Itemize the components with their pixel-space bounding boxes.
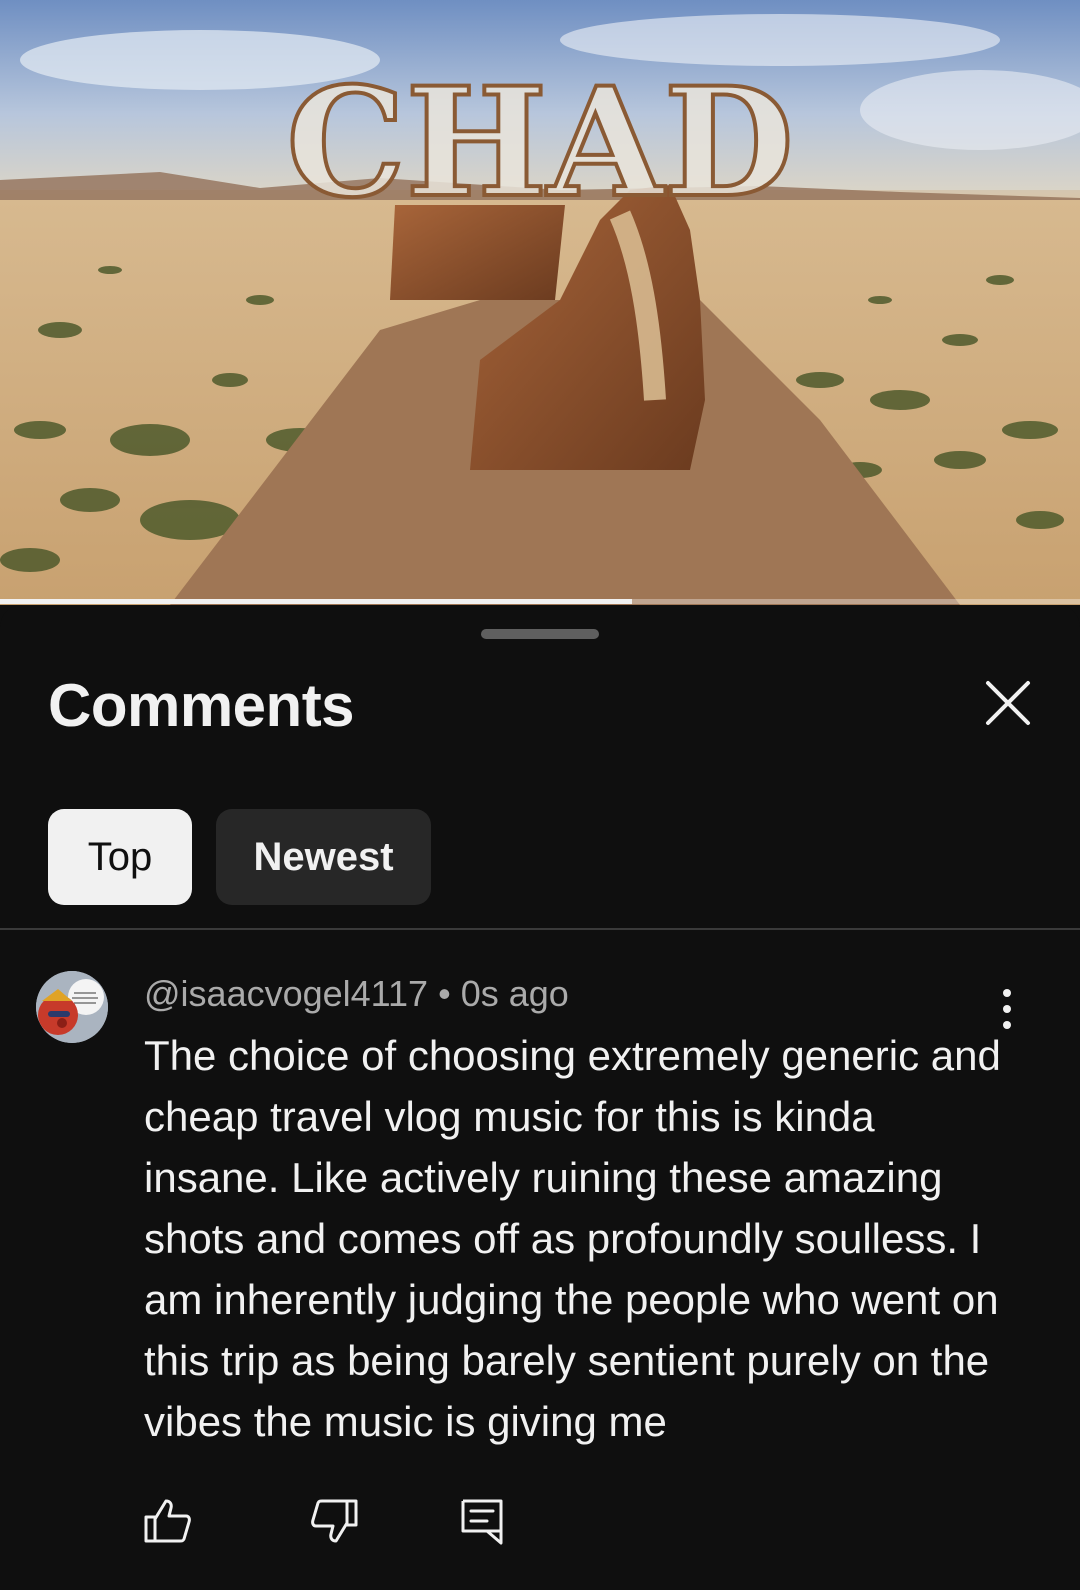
video-progress-bar[interactable] (0, 599, 1080, 604)
video-player[interactable]: CHAD (0, 0, 1080, 605)
drag-handle[interactable] (481, 629, 599, 639)
sort-chip-top[interactable]: Top (48, 809, 192, 905)
comments-title: Comments (48, 672, 355, 739)
avatar[interactable] (36, 971, 108, 1043)
thumbs-down-icon[interactable] (308, 1495, 360, 1547)
video-progress-fill (0, 599, 632, 604)
reply-comment-icon[interactable] (457, 1495, 509, 1547)
comment-text: The choice of choosing extremely generic… (144, 1032, 1001, 1445)
comments-sheet: Comments Top Newest @isaacvogel4117 • 0s… (0, 605, 1080, 1590)
video-frame-illustration: CHAD (0, 0, 1080, 605)
video-title-overlay: CHAD (286, 55, 794, 231)
comment-meta: @isaacvogel4117 • 0s ago (144, 973, 569, 1015)
sort-chip-top-label: Top (87, 834, 153, 879)
sort-chip-newest[interactable]: Newest (216, 809, 431, 905)
comment-author[interactable]: @isaacvogel4117 (144, 973, 428, 1014)
comment-time: 0s ago (460, 973, 569, 1014)
sort-chip-newest-label: Newest (253, 834, 394, 879)
close-icon[interactable] (980, 675, 1036, 731)
divider (0, 928, 1080, 930)
thumbs-up-icon[interactable] (142, 1495, 194, 1547)
avatar-image (36, 971, 108, 1043)
meta-separator: • (438, 973, 451, 1014)
